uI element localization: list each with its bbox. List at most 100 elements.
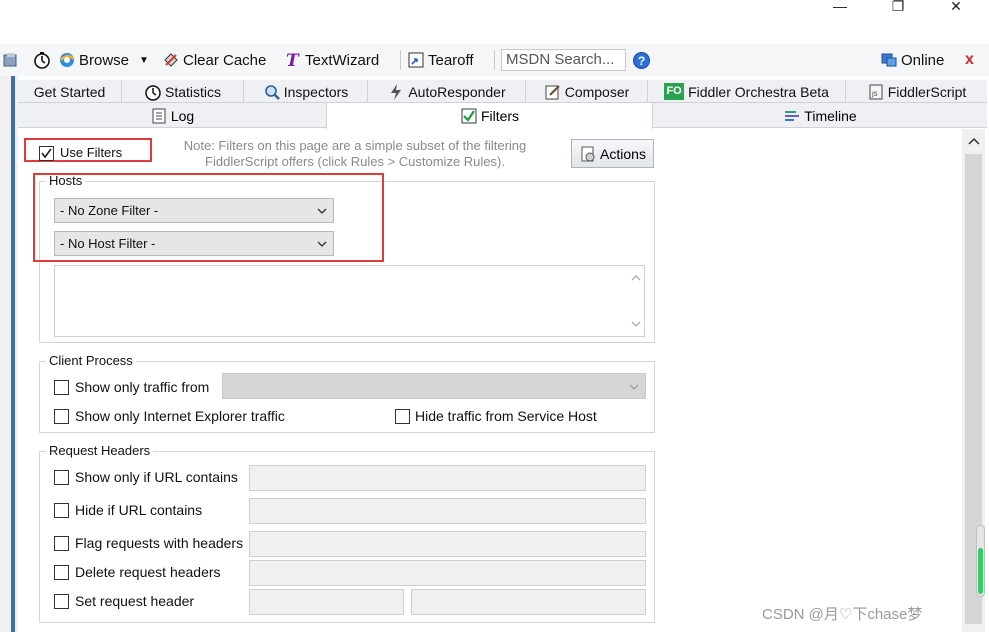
show-only-traffic-from-checkbox[interactable] [54, 380, 69, 395]
host-filter-value: - No Host Filter - [60, 236, 156, 251]
tab-label: Filters [480, 108, 520, 124]
scroll-up-icon[interactable] [968, 137, 980, 145]
show-only-traffic-from-label: Show only traffic from [75, 379, 210, 395]
toolbar-separator [400, 50, 401, 70]
toolbar: Browse ▼ Clear Cache T TextWizard Tearof… [0, 44, 989, 76]
show-only-ie-checkbox[interactable] [54, 409, 69, 424]
use-filters-checkbox[interactable] [39, 146, 54, 161]
tab-autoresponder[interactable]: AutoResponder [368, 80, 526, 103]
actions-icon [581, 146, 595, 161]
tab-filters[interactable]: Filters [326, 103, 653, 129]
set-header-label: Set request header [75, 593, 195, 609]
browse-dropdown-icon[interactable]: ▼ [139, 55, 149, 66]
tearoff-icon [408, 52, 424, 68]
hide-if-url-checkbox[interactable] [54, 503, 69, 518]
client-process-title: Client Process [46, 353, 136, 368]
online-button[interactable]: Online [880, 48, 944, 72]
delete-headers-checkbox[interactable] [54, 565, 69, 580]
close-window-button[interactable]: ✕ [946, 0, 966, 14]
delete-headers-input[interactable] [249, 560, 646, 586]
show-only-ie-label: Show only Internet Explorer traffic [75, 408, 285, 424]
timeline-icon [785, 110, 800, 121]
chevron-down-icon [317, 241, 327, 247]
left-splitter[interactable] [11, 76, 15, 632]
timer-icon [34, 52, 50, 69]
tab-label: Statistics [164, 83, 221, 100]
set-header-checkbox[interactable] [54, 594, 69, 609]
tabs-row-1: Get Started Statistics Inspectors AutoRe… [18, 80, 987, 103]
side-progress-indicator [976, 525, 985, 597]
scroll-down-icon[interactable] [631, 320, 641, 328]
tab-statistics[interactable]: Statistics [122, 80, 244, 103]
chevron-down-icon [317, 208, 327, 214]
clear-cache-button[interactable]: Clear Cache [162, 48, 266, 72]
set-header-value-input[interactable] [411, 589, 646, 615]
checkbox-checked-icon [461, 108, 477, 124]
flag-with-headers-input[interactable] [249, 531, 646, 557]
inspectors-icon [264, 84, 280, 100]
actions-label: Actions [600, 145, 646, 162]
tearoff-button[interactable]: Tearoff [407, 48, 474, 72]
watermark: CSDN @月♡下chase梦 [762, 606, 923, 623]
fo-badge-icon: FO [664, 83, 685, 100]
tab-label: Timeline [804, 107, 857, 124]
host-filter-select[interactable]: - No Host Filter - [54, 231, 334, 256]
flag-with-headers-checkbox[interactable] [54, 536, 69, 551]
hide-service-host-label: Hide traffic from Service Host [415, 408, 597, 424]
tab-get-started[interactable]: Get Started [18, 80, 122, 103]
zone-filter-select[interactable]: - No Zone Filter - [54, 198, 334, 223]
tab-label: FiddlerScript [887, 83, 967, 100]
hide-if-url-label: Hide if URL contains [75, 502, 203, 518]
side-progress-fill [978, 548, 983, 594]
log-icon [152, 108, 166, 123]
tab-timeline[interactable]: Timeline [653, 103, 987, 128]
toolbar-icon-left[interactable] [2, 48, 23, 72]
process-select[interactable] [222, 373, 646, 399]
use-filters-label: Use Filters [60, 145, 123, 160]
toolbar-separator [494, 50, 495, 70]
hide-if-url-input[interactable] [249, 498, 646, 524]
tab-log[interactable]: Log [18, 103, 326, 128]
host-list-scrollbar[interactable] [627, 266, 644, 336]
screenshot-icon [3, 53, 17, 67]
scroll-up-icon[interactable] [631, 274, 641, 282]
tab-fiddler-orchestra[interactable]: FO Fiddler Orchestra Beta [648, 80, 846, 103]
tab-label: Inspectors [283, 83, 349, 100]
delete-headers-label: Delete request headers [75, 564, 221, 580]
host-list-textarea[interactable] [54, 265, 645, 337]
zone-filter-value: - No Zone Filter - [60, 203, 159, 218]
clear-cache-label: Clear Cache [183, 51, 267, 69]
tab-label: Get Started [33, 83, 106, 100]
tab-label: AutoResponder [408, 83, 506, 100]
statistics-icon [145, 84, 161, 101]
svg-text:T: T [286, 51, 300, 69]
set-header-name-input[interactable] [249, 589, 404, 615]
filters-note-line-1: Note: Filters on this page are a simple … [183, 138, 527, 153]
restore-button[interactable]: ❐ [888, 0, 908, 14]
lightning-icon [391, 83, 402, 100]
actions-button[interactable]: Actions [571, 139, 654, 168]
show-if-url-label: Show only if URL contains [75, 469, 238, 485]
help-icon[interactable]: ? [633, 52, 650, 69]
tearoff-label: Tearoff [428, 51, 474, 69]
online-label: Online [901, 51, 945, 69]
hide-service-host-checkbox[interactable] [395, 409, 410, 424]
tab-inspectors[interactable]: Inspectors [244, 80, 368, 103]
flag-with-headers-label: Flag requests with headers [75, 535, 244, 551]
tab-composer[interactable]: Composer [526, 80, 648, 103]
show-if-url-input[interactable] [249, 465, 646, 491]
show-if-url-checkbox[interactable] [54, 470, 69, 485]
checkmark-icon [41, 148, 52, 159]
online-close-button[interactable]: x [965, 48, 974, 72]
msdn-search-input[interactable]: MSDN Search... [501, 49, 626, 71]
textwizard-icon: T [286, 51, 300, 69]
minimize-button[interactable]: — [830, 0, 850, 14]
tab-label: Log [170, 107, 195, 124]
timer-button[interactable] [33, 48, 54, 72]
svg-text:JS: JS [871, 91, 878, 98]
textwizard-label: TextWizard [305, 51, 380, 69]
tab-fiddlerscript[interactable]: JS FiddlerScript [846, 80, 987, 103]
tab-label: Fiddler Orchestra Beta [688, 83, 829, 100]
browse-button[interactable]: Browse ▼ [58, 48, 149, 72]
textwizard-button[interactable]: T TextWizard [284, 48, 379, 72]
